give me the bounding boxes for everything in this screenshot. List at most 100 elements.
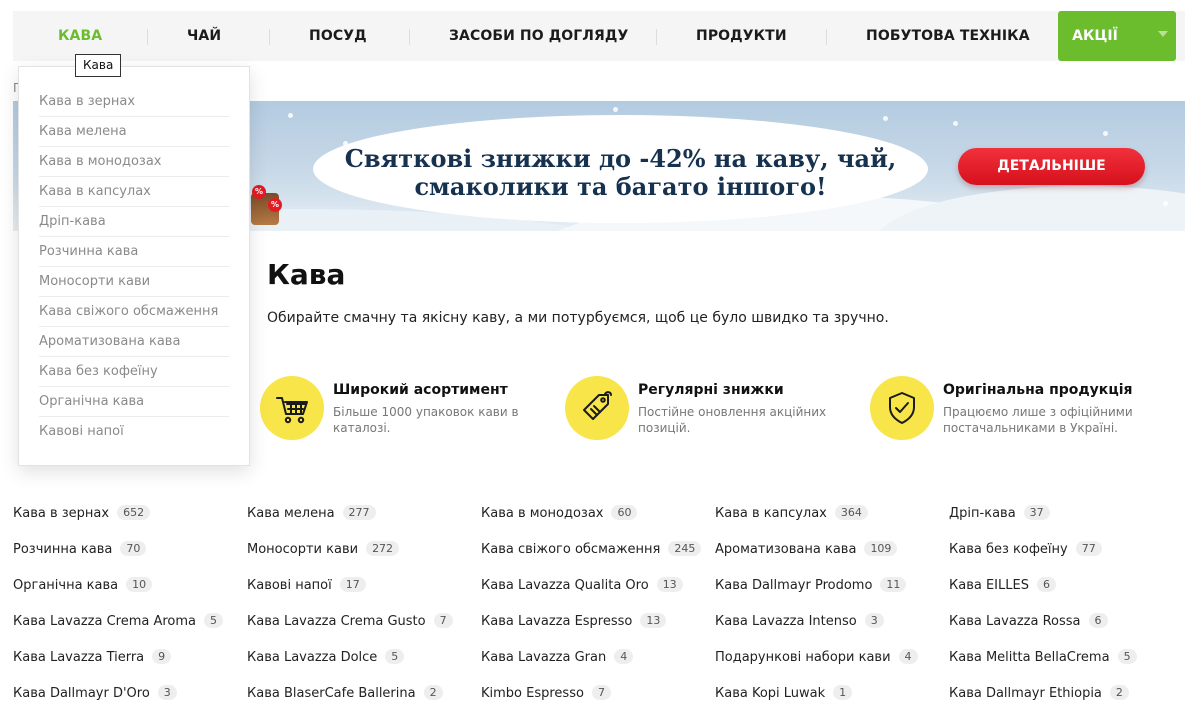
snowflake-icon: [288, 113, 293, 118]
category-name: Кава без кофеїну: [949, 542, 1068, 557]
category-link[interactable]: Кава EILLES 6: [949, 576, 1056, 596]
category-count: 6: [1036, 577, 1056, 592]
category-count: 7: [433, 613, 453, 628]
category-name: Кава мелена: [247, 506, 335, 521]
category-link[interactable]: Кава в капсулах 364: [715, 504, 868, 524]
category-link[interactable]: Кава без кофеїну 77: [949, 540, 1102, 560]
cart-icon: [276, 397, 308, 424]
main-nav: Кава Чай Посуд Засоби по догляду Продукт…: [13, 11, 1185, 61]
nav-item-dishes[interactable]: Посуд: [309, 11, 367, 61]
category-name: Кава в монодозах: [481, 506, 604, 521]
feature-circle: [870, 376, 934, 440]
shield-check-icon: [889, 392, 915, 424]
category-name: Кава Lavazza Espresso: [481, 614, 633, 629]
nav-item-care[interactable]: Засоби по догляду: [449, 11, 628, 61]
snowflake-icon: [1163, 201, 1168, 206]
category-count: 17: [339, 577, 366, 592]
nav-divider: [826, 29, 827, 45]
category-link[interactable]: Кава в зернах 652: [13, 504, 151, 524]
category-link[interactable]: Кава Lavazza Espresso 13: [481, 612, 667, 632]
nav-item-tea[interactable]: Чай: [187, 11, 221, 61]
category-name: Кава Dallmayr D'Oro: [13, 686, 150, 701]
category-name: Дріп-кава: [949, 506, 1016, 521]
nav-item-products[interactable]: Продукти: [696, 11, 787, 61]
feature-circle: [565, 376, 629, 440]
promo-button-label: Акції: [1072, 28, 1118, 44]
dropdown-item[interactable]: Кава в капсулах: [39, 177, 229, 207]
category-link[interactable]: Моносорти кави 272: [247, 540, 400, 560]
category-link[interactable]: Кава Lavazza Intenso 3: [715, 612, 884, 632]
category-link[interactable]: Розчинна кава 70: [13, 540, 147, 560]
category-link[interactable]: Кава Lavazza Rossa 6: [949, 612, 1108, 632]
category-link[interactable]: Kimbo Espresso 7: [481, 684, 611, 704]
nav-divider: [147, 29, 148, 45]
promo-button[interactable]: Акції: [1058, 11, 1176, 61]
category-count: 5: [385, 649, 405, 664]
dropdown-item[interactable]: Кава свіжого обсмаження: [39, 297, 229, 327]
nav-tooltip: Кава: [75, 54, 122, 77]
category-count: 3: [864, 613, 884, 628]
snowflake-icon: [1103, 131, 1108, 136]
feature-title: Широкий асортимент: [333, 382, 508, 398]
dropdown-item[interactable]: Дріп-кава: [39, 207, 229, 237]
category-count: 245: [668, 541, 702, 556]
category-name: Кава BlaserCafe Ballerina: [247, 686, 416, 701]
page-lead: Обирайте смачну та якісну каву, а ми пот…: [267, 310, 889, 326]
category-link[interactable]: Кава BlaserCafe Ballerina 2: [247, 684, 443, 704]
category-link[interactable]: Кавові напої 17: [247, 576, 366, 596]
dropdown-item[interactable]: Ароматизована кава: [39, 327, 229, 357]
category-link[interactable]: Кава Lavazza Crema Gusto 7: [247, 612, 453, 632]
category-link[interactable]: Кава Lavazza Dolce 5: [247, 648, 405, 668]
dropdown-item[interactable]: Кавові напої: [39, 417, 229, 447]
dropdown-item[interactable]: Кава в монодозах: [39, 147, 229, 177]
category-link[interactable]: Кава Lavazza Qualita Oro 13: [481, 576, 683, 596]
category-link[interactable]: Кава Lavazza Crema Aroma 5: [13, 612, 224, 632]
nav-divider: [409, 29, 410, 45]
category-count: 5: [1117, 649, 1137, 664]
category-count: 4: [614, 649, 634, 664]
category-name: Кавові напої: [247, 578, 332, 593]
category-name: Кава Dallmayr Prodomo: [715, 578, 873, 593]
category-link[interactable]: Кава свіжого обсмаження 245: [481, 540, 702, 560]
dropdown-item[interactable]: Кава без кофеїну: [39, 357, 229, 387]
dropdown-item[interactable]: Кава в зернах: [39, 87, 229, 117]
category-link[interactable]: Органічна кава 10: [13, 576, 153, 596]
category-link[interactable]: Кава Dallmayr D'Oro 3: [13, 684, 177, 704]
discount-badge: %: [252, 185, 266, 199]
category-name: Органічна кава: [13, 578, 119, 593]
category-link[interactable]: Кава Dallmayr Prodomo 11: [715, 576, 907, 596]
category-link[interactable]: Кава Melitta BellaCrema 5: [949, 648, 1137, 668]
category-count: 2: [423, 685, 443, 700]
category-count: 7: [591, 685, 611, 700]
dropdown-item[interactable]: Розчинна кава: [39, 237, 229, 267]
category-name: Кава Melitta BellaCrema: [949, 650, 1110, 665]
category-name: Кава Dallmayr Ethiopia: [949, 686, 1102, 701]
category-link[interactable]: Кава в монодозах 60: [481, 504, 638, 524]
category-link[interactable]: Подарункові набори кави 4: [715, 648, 918, 668]
category-name: Кава Lavazza Intenso: [715, 614, 857, 629]
category-link[interactable]: Кава мелена 277: [247, 504, 376, 524]
category-count: 37: [1023, 505, 1050, 520]
dropdown-item[interactable]: Моносорти кави: [39, 267, 229, 297]
category-link[interactable]: Кава Lavazza Tierra 9: [13, 648, 172, 668]
page-title: Кава: [267, 258, 346, 291]
dropdown-item[interactable]: Кава мелена: [39, 117, 229, 147]
chevron-down-icon[interactable]: [1158, 31, 1168, 37]
category-count: 3: [157, 685, 177, 700]
nav-divider: [269, 29, 270, 45]
category-name: Кава Lavazza Dolce: [247, 650, 378, 665]
category-link[interactable]: Дріп-кава 37: [949, 504, 1050, 524]
feature-circle: [260, 376, 324, 440]
category-link[interactable]: Кава Kopi Luwak 1: [715, 684, 853, 704]
banner-details-button[interactable]: ДЕТАЛЬНІШЕ: [958, 148, 1145, 185]
category-name: Ароматизована кава: [715, 542, 857, 557]
category-link[interactable]: Кава Dallmayr Ethiopia 2: [949, 684, 1129, 704]
category-link[interactable]: Ароматизована кава 109: [715, 540, 898, 560]
dropdown-item[interactable]: Органічна кава: [39, 387, 229, 417]
category-name: Кава в капсулах: [715, 506, 827, 521]
category-name: Кава EILLES: [949, 578, 1029, 593]
category-name: Кава Lavazza Crema Gusto: [247, 614, 426, 629]
feature-discounts: Регулярні знижки Постійне оновлення акці…: [565, 376, 845, 446]
nav-item-appliances[interactable]: Побутова техніка: [866, 11, 1030, 61]
category-link[interactable]: Кава Lavazza Gran 4: [481, 648, 634, 668]
